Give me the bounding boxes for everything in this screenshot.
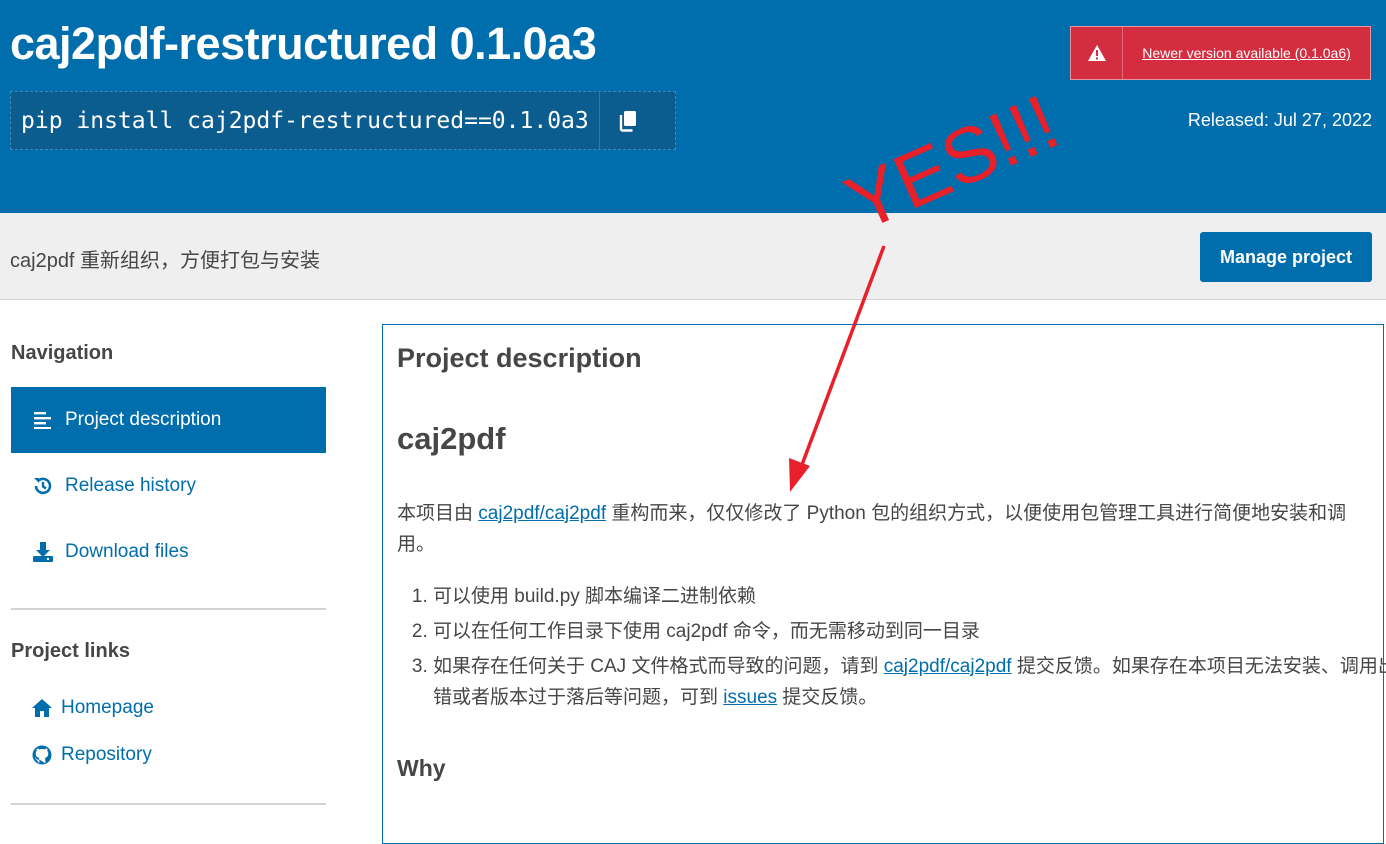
link-homepage[interactable]: Homepage: [31, 697, 154, 719]
copy-button[interactable]: [598, 92, 656, 149]
link-label: Repository: [61, 744, 152, 765]
section-title: Project description: [397, 343, 642, 373]
caj2pdf-repo-link[interactable]: caj2pdf/caj2pdf: [884, 656, 1012, 677]
nav-item-download-files[interactable]: Download files: [11, 519, 326, 585]
sidebar-divider: [11, 608, 326, 610]
home-icon: [31, 697, 53, 719]
project-description-panel: Project description caj2pdf 本项目由 caj2pdf…: [382, 324, 1386, 844]
readme-intro: 本项目由 caj2pdf/caj2pdf 重构而来，仅仅修改了 Python 包…: [397, 498, 1372, 560]
navigation-heading: Navigation: [11, 342, 114, 364]
pip-command[interactable]: pip install caj2pdf-restructured==0.1.0a…: [11, 92, 599, 149]
list-item: 可以使用 build.py 脚本编译二进制依赖: [433, 581, 1386, 612]
manage-project-button[interactable]: Manage project: [1200, 232, 1372, 282]
list-text: 提交反馈。: [777, 687, 878, 708]
nav-label: Release history: [65, 475, 196, 496]
list-text: 如果存在任何关于 CAJ 文件格式而导致的问题，请到: [433, 656, 884, 677]
newer-version-link[interactable]: Newer version available (0.1.0a6): [1123, 27, 1370, 79]
nav-item-project-description[interactable]: Project description: [11, 387, 326, 453]
issues-link[interactable]: issues: [723, 687, 777, 708]
nav-label: Download files: [65, 541, 189, 562]
newer-version-alert: Newer version available (0.1.0a6): [1070, 26, 1371, 80]
release-date: Released: Jul 27, 2022: [1187, 110, 1372, 130]
package-summary: caj2pdf 重新组织，方便打包与安装: [10, 250, 321, 272]
link-repository[interactable]: Repository: [31, 744, 152, 766]
list-item: 可以在任何工作目录下使用 caj2pdf 命令，而无需移动到同一目录: [433, 616, 1386, 647]
sidebar-divider: [11, 803, 326, 805]
why-heading: Why: [397, 755, 446, 781]
package-title: caj2pdf-restructured 0.1.0a3: [10, 18, 597, 69]
intro-text: 本项目由: [397, 503, 479, 524]
feature-list: 可以使用 build.py 脚本编译二进制依赖 可以在任何工作目录下使用 caj…: [397, 581, 1386, 717]
warning-icon: [1071, 27, 1123, 79]
github-icon: [31, 744, 53, 766]
align-left-icon: [31, 408, 55, 432]
copy-icon: [619, 110, 636, 132]
summary-band: caj2pdf 重新组织，方便打包与安装 Manage project: [0, 213, 1386, 300]
history-icon: [31, 474, 55, 498]
pip-install-box: pip install caj2pdf-restructured==0.1.0a…: [10, 91, 676, 150]
project-links-heading: Project links: [11, 640, 130, 662]
link-label: Homepage: [61, 697, 154, 718]
nav-label: Project description: [65, 409, 222, 430]
download-icon: [31, 540, 55, 564]
readme-title: caj2pdf: [397, 421, 506, 456]
nav-item-release-history[interactable]: Release history: [11, 453, 326, 519]
caj2pdf-repo-link[interactable]: caj2pdf/caj2pdf: [478, 503, 606, 524]
list-item: 如果存在任何关于 CAJ 文件格式而导致的问题，请到 caj2pdf/caj2p…: [433, 651, 1386, 713]
package-header: caj2pdf-restructured 0.1.0a3 pip install…: [0, 0, 1386, 213]
